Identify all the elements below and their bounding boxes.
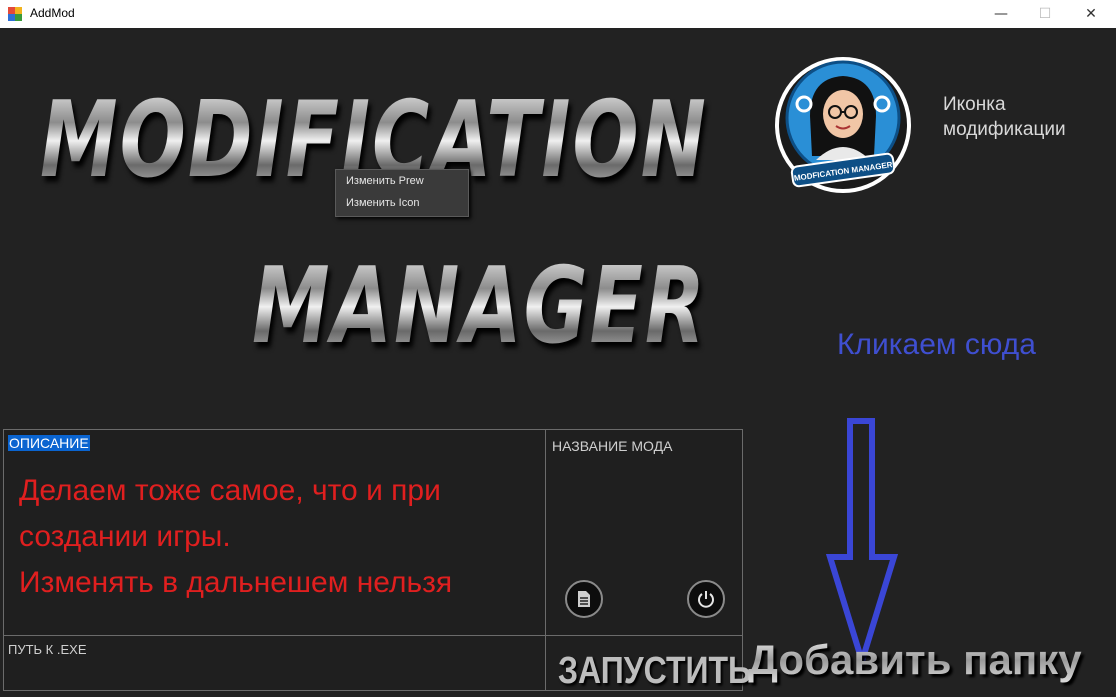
description-label: ОПИСАНИЕ	[8, 435, 90, 451]
click-hint-text: Кликаем сюда	[837, 328, 1036, 361]
mod-name-label: НАЗВАНИЕ МОДА	[552, 438, 673, 454]
down-arrow-icon	[826, 418, 898, 667]
description-line: Делаем тоже самое, что и при	[19, 474, 441, 507]
window-title: AddMod	[30, 6, 75, 20]
exe-path-panel[interactable]: ПУТЬ К .EXE	[3, 635, 546, 691]
menu-item-change-icon[interactable]: Изменить Icon	[346, 197, 419, 209]
description-line: создании игры.	[19, 520, 231, 553]
description-line: Изменять в дальнешем нельзя	[19, 566, 453, 599]
app-icon	[8, 7, 22, 21]
power-button[interactable]	[687, 580, 725, 618]
minimize-button[interactable]: —	[978, 0, 1024, 28]
document-icon	[578, 591, 590, 607]
run-panel: ЗАПУСТИТЬ	[545, 635, 751, 691]
close-button[interactable]: ✕	[1068, 0, 1114, 28]
mod-name-panel: НАЗВАНИЕ МОДА	[545, 429, 743, 637]
run-button[interactable]: ЗАПУСТИТЬ	[558, 648, 751, 692]
mod-icon-image[interactable]: MODFICATION MANAGER	[774, 56, 912, 194]
maximize-button[interactable]: ☐	[1022, 0, 1068, 28]
power-icon	[698, 591, 714, 608]
client-area: MODIFICATION MANAGER Изменить Prew Измен…	[0, 28, 1116, 697]
title-bar: AddMod — ☐ ✕	[0, 0, 1116, 28]
context-menu: Изменить Prew Изменить Icon	[335, 169, 469, 217]
logo-line-manager[interactable]: MANAGER	[252, 246, 707, 368]
exe-path-label: ПУТЬ К .EXE	[8, 642, 87, 657]
add-folder-button[interactable]: Добавить папку	[748, 636, 1082, 684]
description-text[interactable]: Делаем тоже самое, что и при создании иг…	[19, 468, 539, 606]
description-panel[interactable]: ОПИСАНИЕ Делаем тоже самое, что и при со…	[3, 429, 546, 637]
mod-icon-label: Иконка модификации	[943, 94, 1066, 140]
document-button[interactable]	[565, 580, 603, 618]
menu-item-change-prew[interactable]: Изменить Prew	[346, 175, 424, 187]
